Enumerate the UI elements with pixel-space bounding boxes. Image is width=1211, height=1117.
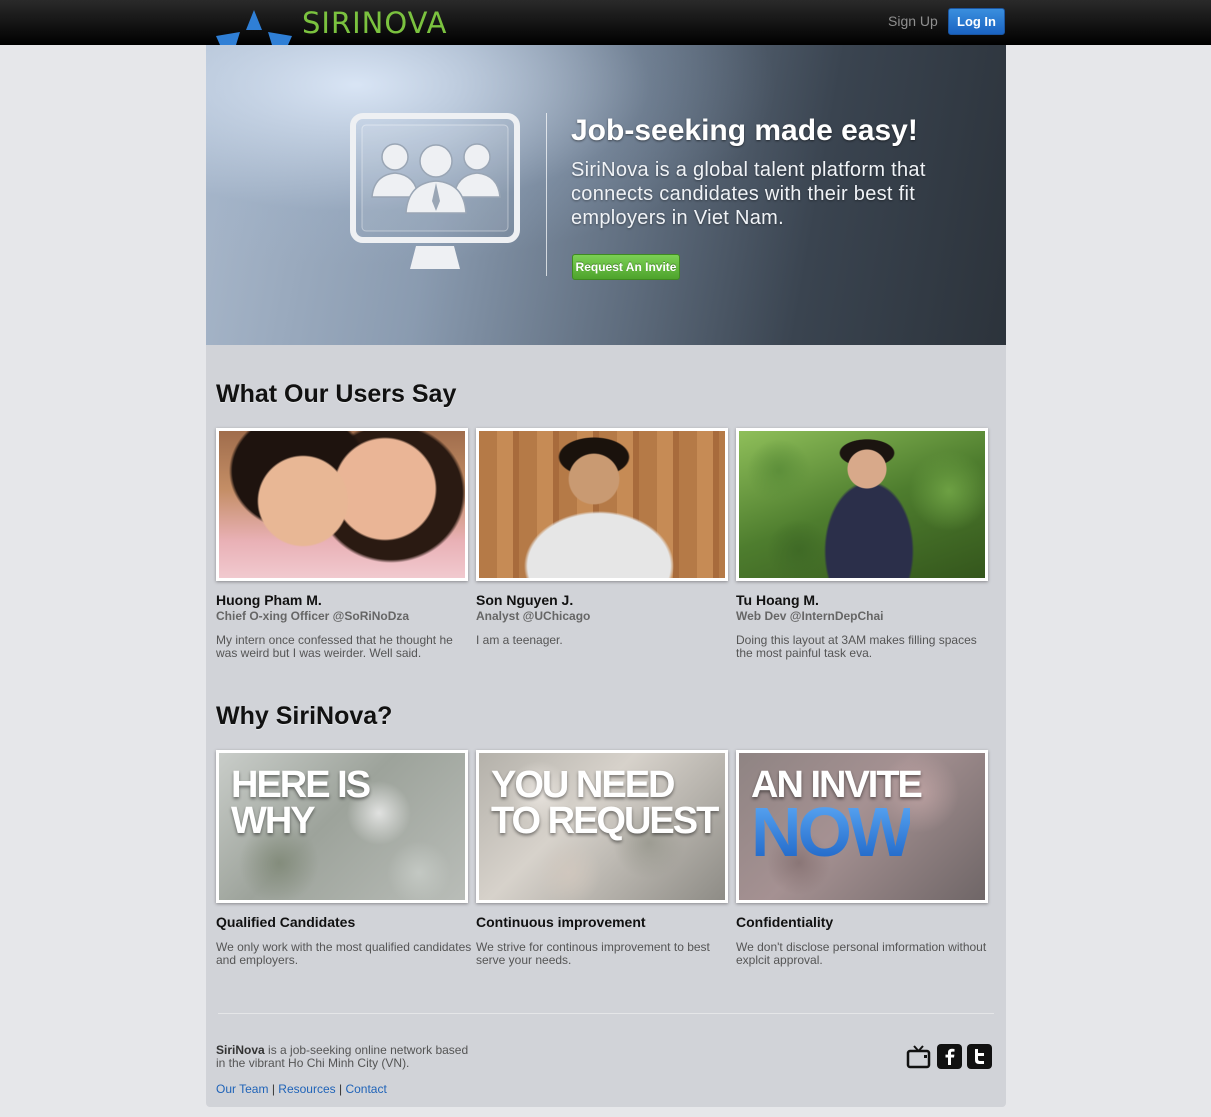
feature-image-text: NOW	[751, 793, 914, 871]
feature-card: HERE IS WHY Qualified Candidates We only…	[216, 750, 471, 967]
hero-title: Job-seeking made easy!	[571, 114, 918, 147]
brand-name[interactable]: SIRINOVA	[302, 6, 448, 40]
feature-image: HERE IS WHY	[216, 750, 468, 903]
user-photo-image	[219, 431, 465, 578]
sirinova-logo-icon[interactable]	[216, 6, 292, 45]
footer-link-separator: |	[338, 1082, 343, 1096]
testimonial-name: Huong Pham M.	[216, 592, 322, 608]
feature-card: AN INVITE NOW Confidentiality We don't d…	[736, 750, 988, 967]
facebook-icon[interactable]	[937, 1044, 962, 1069]
footer-divider	[218, 1013, 994, 1014]
user-photo-image	[479, 431, 725, 578]
testimonial-photo	[736, 428, 988, 581]
testimonial-role: Analyst @UChicago	[476, 609, 591, 623]
testimonials-heading: What Our Users Say	[216, 380, 457, 408]
hero-description: SiriNova is a global talent platform tha…	[571, 159, 926, 229]
feature-image-text: TO REQUEST	[491, 800, 719, 842]
testimonial-card: Huong Pham M. Chief O-xing Officer @SoRi…	[216, 428, 468, 660]
feature-image-text: HERE IS	[231, 764, 371, 806]
feature-description: We don't disclose personal imformation w…	[736, 940, 987, 967]
testimonial-photo	[216, 428, 468, 581]
feature-description: We only work with the most qualified can…	[216, 940, 472, 967]
feature-image: AN INVITE NOW	[736, 750, 988, 903]
hero-banner: Job-seeking made easy! SiriNova is a glo…	[206, 45, 1006, 345]
twitter-icon[interactable]	[967, 1044, 992, 1069]
testimonial-card: Son Nguyen J. Analyst @UChicago I am a t…	[476, 428, 728, 647]
why-heading: Why SiriNova?	[216, 702, 393, 730]
testimonial-quote: Doing this layout at 3AM makes filling s…	[736, 633, 977, 660]
testimonial-quote: I am a teenager.	[476, 633, 563, 647]
footer-link-our-team[interactable]: Our Team	[216, 1082, 268, 1096]
feature-banner-image: YOU NEED TO REQUEST	[479, 753, 725, 900]
feature-title: Qualified Candidates	[216, 914, 356, 930]
footer-link-separator: |	[271, 1082, 275, 1096]
feature-title: Confidentiality	[736, 914, 834, 930]
feature-image: YOU NEED TO REQUEST	[476, 750, 728, 903]
user-photo-image	[739, 431, 985, 578]
top-navbar: SIRINOVA Sign Up Log In	[0, 0, 1211, 45]
feature-banner-image: AN INVITE NOW	[739, 753, 985, 900]
request-invite-button[interactable]: Request An Invite	[572, 254, 680, 280]
feature-description: We strive for continous improvement to b…	[476, 940, 710, 967]
testimonial-role: Chief O-xing Officer @SoRiNoDza	[216, 609, 410, 623]
footer-links: Our Team | Resources | Contact	[216, 1082, 387, 1096]
footer-about: SiriNova is a job-seeking online network…	[216, 1044, 476, 1070]
login-button[interactable]: Log In	[948, 8, 1005, 35]
testimonial-name: Tu Hoang M.	[736, 592, 819, 608]
testimonial-name: Son Nguyen J.	[476, 592, 574, 608]
feature-image-text: YOU NEED	[491, 764, 675, 806]
testimonial-quote: My intern once confessed that he thought…	[216, 633, 453, 660]
feature-banner-image: HERE IS WHY	[219, 753, 465, 900]
tv-icon[interactable]	[906, 1044, 931, 1069]
feature-image-text: WHY	[231, 800, 316, 842]
hero-divider	[546, 113, 547, 276]
signup-link[interactable]: Sign Up	[888, 13, 938, 29]
main-container: Job-seeking made easy! SiriNova is a glo…	[206, 45, 1006, 1107]
footer-brand: SiriNova	[216, 1043, 265, 1057]
footer-link-resources[interactable]: Resources	[278, 1082, 335, 1096]
testimonial-card: Tu Hoang M. Web Dev @InternDepChai Doing…	[736, 428, 988, 660]
footer-link-contact[interactable]: Contact	[345, 1082, 386, 1096]
feature-title: Continuous improvement	[476, 914, 646, 930]
testimonial-role: Web Dev @InternDepChai	[736, 609, 884, 623]
team-monitor-icon	[350, 113, 520, 269]
testimonial-photo	[476, 428, 728, 581]
feature-card: YOU NEED TO REQUEST Continuous improveme…	[476, 750, 728, 967]
